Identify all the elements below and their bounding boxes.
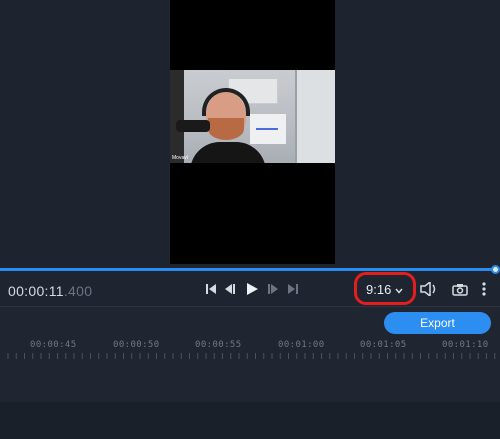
preview-frame: Movavi: [170, 0, 335, 264]
timecode-main: 00:00:11: [8, 283, 64, 299]
ruler-label: 00:00:45: [30, 340, 77, 350]
more-vertical-icon[interactable]: [478, 281, 490, 297]
timecode-display: 00:00:11.400: [8, 283, 92, 299]
video-preview[interactable]: Movavi: [170, 70, 335, 163]
camera-icon[interactable]: [451, 281, 469, 297]
playback-progress-handle[interactable]: [491, 265, 500, 274]
video-editor-window: Movavi 00:00:11.400 9:16 Export 00:00:45…: [0, 0, 500, 439]
timeline-bottom-area: [0, 402, 500, 439]
preview-area: Movavi: [0, 0, 500, 266]
volume-icon[interactable]: [419, 281, 439, 297]
playback-progress-fill: [0, 268, 495, 271]
aspect-ratio-dropdown[interactable]: 9:16: [366, 282, 403, 297]
ruler-label: 00:00:55: [195, 340, 242, 350]
ruler-label: 00:01:05: [360, 340, 407, 350]
next-frame-icon[interactable]: [265, 281, 281, 297]
player-controls: 00:00:11.400: [0, 274, 500, 306]
play-icon[interactable]: [244, 281, 260, 297]
ruler-label: 00:01:10: [442, 340, 489, 350]
skip-to-start-icon[interactable]: [203, 281, 219, 297]
previous-frame-icon[interactable]: [222, 281, 238, 297]
video-overlay-logo-text: Movavi: [172, 155, 188, 161]
export-button[interactable]: Export: [384, 312, 491, 334]
timeline-ruler-ticks: [7, 353, 496, 359]
skip-to-end-icon[interactable]: [285, 281, 301, 297]
ruler-label: 00:01:00: [278, 340, 325, 350]
ruler-label: 00:00:50: [113, 340, 160, 350]
aspect-ratio-value: 9:16: [366, 282, 392, 297]
timeline-tracks[interactable]: [0, 360, 500, 402]
timecode-milliseconds: .400: [63, 283, 93, 299]
chevron-down-icon: [395, 282, 403, 297]
